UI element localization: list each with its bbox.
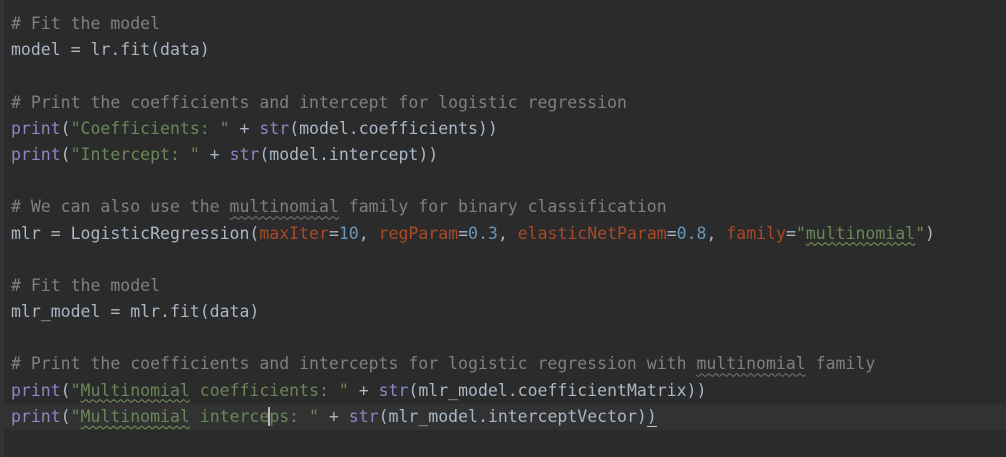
string-literal: ": [795, 223, 806, 243]
builtin-function: print: [11, 144, 61, 164]
builtin-function: str: [348, 406, 379, 426]
comment: family: [805, 354, 876, 374]
builtin-function: str: [229, 144, 260, 164]
code-area[interactable]: # Fit the model model = lr.fit(data) # P…: [0, 11, 1006, 430]
code-line-14[interactable]: # Print the coefficients and intercepts …: [11, 351, 1006, 377]
comment: # Print the coefficients and intercepts …: [11, 354, 697, 374]
editor-gutter-edge: [0, 0, 4, 457]
operator: =: [785, 223, 796, 243]
code-text: (mlr_model.interceptVector): [378, 406, 647, 426]
operator: +: [229, 118, 260, 138]
comment: # Fit the model: [11, 275, 161, 295]
code-editor[interactable]: # Fit the model model = lr.fit(data) # P…: [0, 0, 1006, 457]
code-line-10[interactable]: [11, 247, 1006, 273]
keyword-argument: elasticNetParam: [517, 223, 667, 243]
code-line-9[interactable]: mlr = LogisticRegression(maxIter=10, reg…: [11, 221, 1006, 247]
paren: (: [60, 380, 71, 400]
string-literal: ": [70, 406, 81, 426]
code-text: (mlr_model.coefficientMatrix)): [408, 380, 707, 400]
spellcheck-word: Multinomial: [80, 380, 190, 400]
operator: +: [348, 380, 379, 400]
code-line-1[interactable]: # Fit the model: [11, 11, 1006, 37]
string-literal: coefficients: ": [189, 380, 349, 400]
comment: # Print the coefficients and intercept f…: [11, 92, 627, 112]
code-text: (model.intercept)): [259, 144, 439, 164]
operator: =: [328, 223, 339, 243]
separator: ,: [497, 223, 518, 243]
paren: ): [925, 223, 935, 243]
spellcheck-word: multinomial: [229, 197, 339, 217]
keyword-argument: maxIter: [259, 223, 329, 243]
builtin-function: print: [11, 118, 61, 138]
code-line-8[interactable]: # We can also use the multinomial family…: [11, 194, 1006, 220]
code-text: model = lr.fit(data): [11, 40, 210, 60]
code-line-3[interactable]: [11, 63, 1006, 89]
number-literal: 10: [338, 223, 359, 243]
comment: # We can also use the: [11, 197, 230, 217]
code-line-15[interactable]: print("Multinomial coefficients: " + str…: [11, 378, 1006, 404]
comment: family for binary classification: [338, 197, 667, 217]
code-line-4[interactable]: # Print the coefficients and intercept f…: [11, 90, 1006, 116]
spellcheck-word: Multinomial: [80, 406, 190, 426]
operator: =: [666, 223, 677, 243]
operator: +: [199, 144, 230, 164]
paren: (: [60, 406, 71, 426]
code-line-7[interactable]: [11, 168, 1006, 194]
comment: # Fit the model: [11, 14, 161, 33]
number-literal: 0.8: [676, 223, 707, 243]
paren: (: [60, 144, 71, 164]
builtin-function: str: [259, 118, 290, 138]
code-line-16-current[interactable]: print("Multinomial interceps: " + str(ml…: [0, 403, 1006, 430]
string-literal: ": [70, 380, 81, 400]
code-text: mlr = LogisticRegression(: [11, 223, 260, 243]
matched-bracket: ): [646, 406, 657, 427]
keyword-argument: regParam: [378, 223, 459, 243]
spellcheck-word: multinomial: [805, 223, 916, 243]
builtin-function: print: [11, 406, 61, 426]
operator: +: [318, 406, 349, 426]
string-literal: "Coefficients: ": [70, 118, 230, 138]
code-line-2[interactable]: model = lr.fit(data): [11, 37, 1006, 63]
paren: (: [60, 118, 71, 138]
separator: ,: [706, 223, 727, 243]
number-literal: 0.3: [468, 223, 498, 243]
builtin-function: str: [378, 380, 409, 400]
string-literal: "Intercept: ": [70, 144, 200, 164]
builtin-function: print: [11, 380, 61, 400]
code-line-12[interactable]: mlr_model = mlr.fit(data): [11, 299, 1006, 325]
string-literal: ps: ": [269, 406, 319, 426]
code-line-6[interactable]: print("Intercept: " + str(model.intercep…: [11, 142, 1006, 168]
code-line-11[interactable]: # Fit the model: [11, 273, 1006, 299]
code-line-13[interactable]: [11, 325, 1006, 351]
operator: =: [458, 223, 469, 243]
code-text: (model.coefficients)): [289, 118, 498, 138]
spellcheck-word: multinomial: [696, 354, 806, 374]
string-literal: ": [915, 223, 926, 243]
keyword-argument: family: [726, 223, 786, 243]
code-text: mlr_model = mlr.fit(data): [11, 302, 260, 322]
separator: ,: [358, 223, 379, 243]
string-literal: interce: [189, 406, 270, 426]
code-line-5[interactable]: print("Coefficients: " + str(model.coeff…: [11, 116, 1006, 142]
